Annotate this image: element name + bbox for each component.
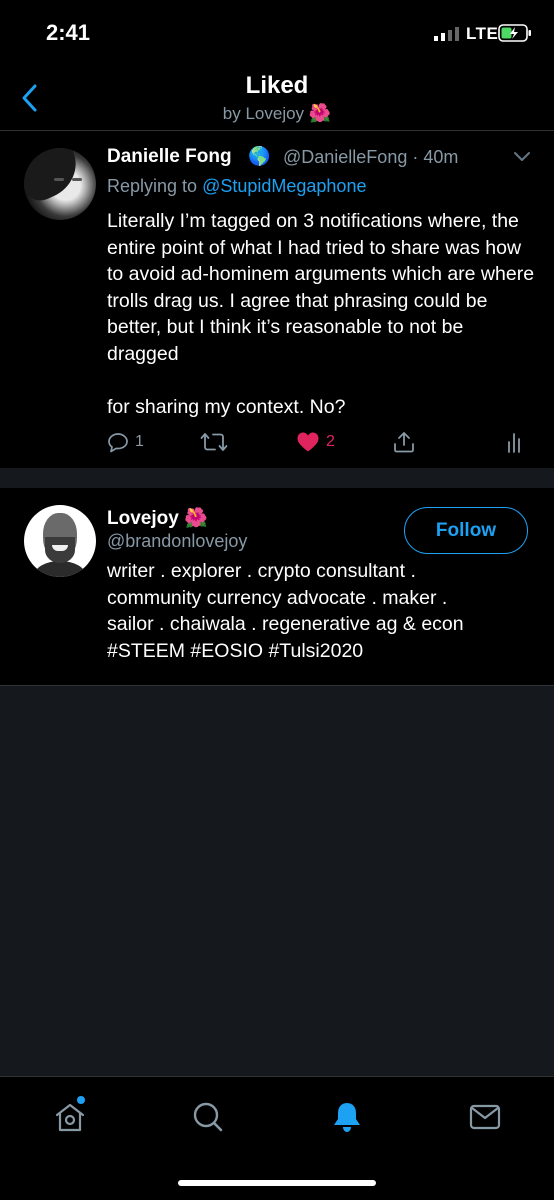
hibiscus-emoji: 🌺 (308, 103, 332, 123)
signal-icon (434, 27, 459, 41)
hibiscus-emoji: 🌺 (184, 508, 208, 529)
tab-messages[interactable] (465, 1097, 505, 1137)
tab-home[interactable] (50, 1096, 90, 1137)
chevron-down-icon[interactable] (512, 150, 532, 164)
status-time: 2:41 (46, 20, 91, 45)
subtitle-text: by Lovejoy (222, 104, 305, 123)
retweet-button[interactable] (200, 430, 234, 454)
empty-list-area (0, 686, 554, 1076)
replying-to: Replying to @StupidMegaphone (107, 176, 366, 197)
home-indicator (178, 1180, 376, 1186)
reply-icon (108, 433, 128, 453)
page-title: Liked (245, 72, 309, 99)
bar-chart-icon (508, 433, 520, 453)
retweet-icon (200, 433, 228, 451)
network-label: LTE (466, 24, 499, 43)
new-content-dot (77, 1096, 85, 1104)
section-separator (0, 468, 554, 488)
like-button[interactable]: 2 (296, 430, 335, 454)
mail-icon (469, 1104, 501, 1130)
bell-icon (334, 1103, 360, 1132)
reply-count: 1 (135, 433, 144, 450)
heart-icon (297, 432, 319, 452)
header-divider (0, 130, 554, 131)
replying-prefix: Replying to (107, 176, 198, 196)
home-icon (55, 1103, 85, 1132)
user-bio: writer . explorer . crypto consultant . … (107, 560, 464, 662)
battery-icon (498, 24, 531, 42)
share-button[interactable] (392, 430, 416, 454)
globe-emoji: 🌎 (248, 146, 271, 166)
like-count: 2 (326, 433, 335, 450)
analytics-button[interactable] (506, 430, 526, 454)
tab-notifications[interactable] (327, 1097, 367, 1137)
share-icon (394, 432, 414, 453)
tab-search[interactable] (188, 1097, 228, 1137)
user-name[interactable]: Lovejoy 🌺 (107, 506, 208, 530)
user-name-text: Lovejoy (107, 508, 179, 529)
tweet-author-avatar[interactable] (24, 148, 96, 220)
tweet-handle-time: @DanielleFong · 40m (283, 147, 459, 167)
tweet-text: Literally I’m tagged on 3 notifications … (107, 210, 535, 418)
follow-button[interactable]: Follow (404, 507, 528, 554)
replying-handle-link[interactable]: @StupidMegaphone (202, 176, 366, 196)
tweet-author-name[interactable]: Danielle Fong (107, 146, 232, 168)
user-avatar[interactable] (24, 505, 96, 577)
search-icon (193, 1102, 223, 1132)
page-subtitle: by Lovejoy 🌺 (0, 103, 554, 124)
reply-button[interactable]: 1 (107, 430, 144, 454)
user-handle: @brandonlovejoy (107, 531, 248, 551)
